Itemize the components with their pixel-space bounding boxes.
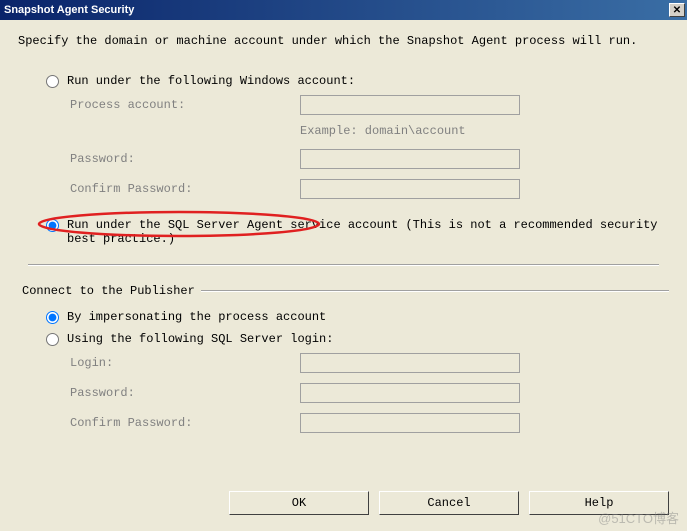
close-icon: ✕	[673, 5, 681, 16]
fieldset-line	[201, 290, 669, 292]
win-confirm-input	[300, 179, 520, 199]
process-account-input	[300, 95, 520, 115]
login-label: Login:	[70, 356, 300, 370]
section-divider	[28, 264, 659, 266]
radio-sql-login[interactable]	[46, 333, 59, 346]
window-title: Snapshot Agent Security	[4, 4, 134, 16]
dialog-content: Specify the domain or machine account un…	[0, 20, 687, 450]
radio-sql-login-label[interactable]: Using the following SQL Server login:	[67, 332, 333, 346]
publisher-section: Connect to the Publisher By impersonatin…	[18, 284, 669, 434]
titlebar: Snapshot Agent Security ✕	[0, 0, 687, 20]
pub-password-input	[300, 383, 520, 403]
publisher-legend: Connect to the Publisher	[22, 284, 195, 298]
close-button[interactable]: ✕	[669, 3, 685, 17]
win-confirm-label: Confirm Password:	[70, 182, 300, 196]
radio-impersonate[interactable]	[46, 311, 59, 324]
sql-agent-row: Run under the SQL Server Agent service a…	[46, 218, 669, 246]
ok-button[interactable]: OK	[229, 491, 369, 515]
radio-impersonate-label[interactable]: By impersonating the process account	[67, 310, 326, 324]
radio-sql-agent-label[interactable]: Run under the SQL Server Agent service a…	[67, 218, 669, 246]
windows-account-section: Run under the following Windows account:…	[18, 74, 669, 200]
pub-confirm-label: Confirm Password:	[70, 416, 300, 430]
process-account-label: Process account:	[70, 98, 300, 112]
login-input	[300, 353, 520, 373]
help-button[interactable]: Help	[529, 491, 669, 515]
radio-sql-agent[interactable]	[46, 219, 59, 232]
pub-confirm-input	[300, 413, 520, 433]
pub-password-label: Password:	[70, 386, 300, 400]
button-row: OK Cancel Help	[211, 483, 687, 523]
example-text: Example: domain\account	[300, 124, 669, 138]
win-password-label: Password:	[70, 152, 300, 166]
radio-windows-account[interactable]	[46, 75, 59, 88]
cancel-button[interactable]: Cancel	[379, 491, 519, 515]
instruction-text: Specify the domain or machine account un…	[18, 34, 669, 48]
radio-windows-account-label[interactable]: Run under the following Windows account:	[67, 74, 355, 88]
win-password-input	[300, 149, 520, 169]
